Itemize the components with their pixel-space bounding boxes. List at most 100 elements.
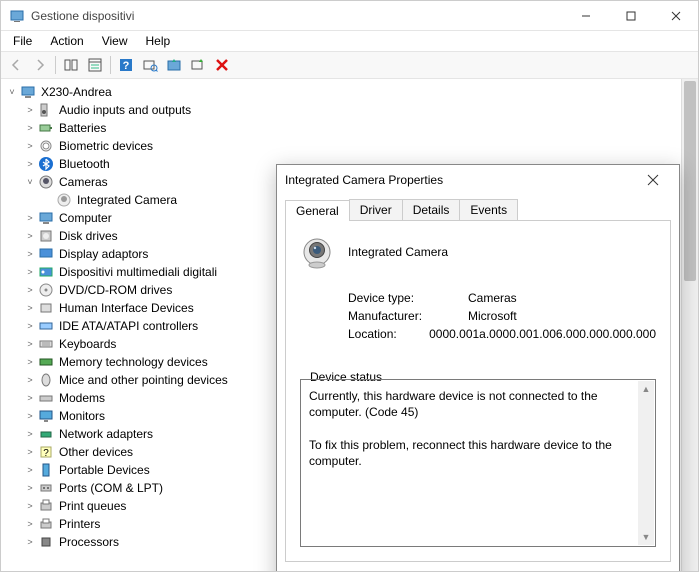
- expand-icon[interactable]: >: [23, 391, 37, 405]
- menu-file[interactable]: File: [5, 32, 40, 50]
- expand-icon[interactable]: >: [23, 355, 37, 369]
- scroll-down-icon[interactable]: ▼: [638, 529, 654, 545]
- tree-item-label: Processors: [57, 535, 121, 549]
- toolbar-separator: [55, 56, 56, 74]
- tree-item[interactable]: > Audio inputs and outputs: [1, 101, 698, 119]
- tree-item-label: Printers: [57, 517, 102, 531]
- properties-button[interactable]: [84, 54, 106, 76]
- tree-item-label: Portable Devices: [57, 463, 152, 477]
- scroll-up-icon[interactable]: ▲: [638, 381, 654, 397]
- device-status-text: Currently, this hardware device is not c…: [309, 388, 637, 469]
- mouse-icon: [38, 372, 54, 388]
- keyboard-icon: [38, 336, 54, 352]
- expand-icon[interactable]: >: [23, 301, 37, 315]
- expand-icon[interactable]: >: [23, 229, 37, 243]
- expand-icon[interactable]: >: [23, 103, 37, 117]
- scrollbar-thumb[interactable]: [684, 81, 696, 281]
- maximize-button[interactable]: [608, 1, 653, 30]
- tab-details[interactable]: Details: [402, 199, 461, 220]
- help-button[interactable]: ?: [115, 54, 137, 76]
- expand-icon[interactable]: >: [23, 535, 37, 549]
- computer-icon: [38, 210, 54, 226]
- menu-help[interactable]: Help: [138, 32, 179, 50]
- back-button[interactable]: [5, 54, 27, 76]
- tree-item-label: DVD/CD-ROM drives: [57, 283, 174, 297]
- tree-item[interactable]: > Biometric devices: [1, 137, 698, 155]
- expand-icon[interactable]: >: [23, 247, 37, 261]
- tree-item[interactable]: > Batteries: [1, 119, 698, 137]
- menu-view[interactable]: View: [94, 32, 136, 50]
- network-icon: [38, 426, 54, 442]
- tab-events[interactable]: Events: [459, 199, 518, 220]
- display-icon: [38, 246, 54, 262]
- forward-button[interactable]: [29, 54, 51, 76]
- media-icon: [38, 264, 54, 280]
- titlebar: Gestione dispositivi: [1, 1, 698, 31]
- svg-text:?: ?: [43, 448, 49, 459]
- camera-gray-icon: [56, 192, 72, 208]
- camera-icon: [300, 235, 334, 269]
- tree-item[interactable]: ˅ X230-Andrea: [1, 83, 698, 101]
- minimize-button[interactable]: [563, 1, 608, 30]
- show-hide-console-button[interactable]: [60, 54, 82, 76]
- tab-general[interactable]: General: [285, 200, 350, 221]
- location-value: 0000.001a.0000.001.006.000.000.000.000: [429, 327, 656, 341]
- enable-disable-button[interactable]: [187, 54, 209, 76]
- expand-icon[interactable]: >: [23, 427, 37, 441]
- expand-icon[interactable]: >: [23, 139, 37, 153]
- tree-item-label: Audio inputs and outputs: [57, 103, 193, 117]
- app-icon: [9, 8, 25, 24]
- other-icon: ?: [38, 444, 54, 460]
- menubar: File Action View Help: [1, 31, 698, 51]
- tree-item-label: X230-Andrea: [39, 85, 114, 99]
- tree-item-label: Mice and other pointing devices: [57, 373, 230, 387]
- expand-icon[interactable]: >: [23, 445, 37, 459]
- tree-item-label: Human Interface Devices: [57, 301, 196, 315]
- tab-content-general: Integrated Camera Device type:Cameras Ma…: [285, 220, 671, 562]
- expand-icon[interactable]: >: [23, 319, 37, 333]
- tree-item-label: Biometric devices: [57, 139, 155, 153]
- tree-item-label: Integrated Camera: [75, 193, 179, 207]
- dialog-titlebar: Integrated Camera Properties: [277, 165, 679, 195]
- expand-icon[interactable]: >: [23, 499, 37, 513]
- expand-icon[interactable]: >: [23, 337, 37, 351]
- expand-icon[interactable]: >: [23, 373, 37, 387]
- scan-hardware-button[interactable]: [139, 54, 161, 76]
- expand-icon[interactable]: >: [23, 409, 37, 423]
- tree-item-label: Network adapters: [57, 427, 155, 441]
- collapse-icon[interactable]: ˅: [23, 175, 37, 189]
- uninstall-button[interactable]: [211, 54, 233, 76]
- printer-icon: [38, 516, 54, 532]
- optical-icon: [38, 282, 54, 298]
- tree-item-label: Memory technology devices: [57, 355, 210, 369]
- tab-driver[interactable]: Driver: [349, 199, 403, 220]
- menu-action[interactable]: Action: [42, 32, 91, 50]
- device-status-box[interactable]: Currently, this hardware device is not c…: [300, 379, 656, 547]
- speaker-icon: [38, 102, 54, 118]
- modem-icon: [38, 390, 54, 406]
- tree-item-label: Keyboards: [57, 337, 118, 351]
- expand-icon[interactable]: >: [23, 121, 37, 135]
- expand-icon[interactable]: >: [23, 211, 37, 225]
- window-title: Gestione dispositivi: [31, 9, 563, 23]
- dialog-close-button[interactable]: [635, 166, 671, 194]
- tree-item-label: Bluetooth: [57, 157, 112, 171]
- expand-icon[interactable]: >: [23, 157, 37, 171]
- tree-item-label: IDE ATA/ATAPI controllers: [57, 319, 200, 333]
- expand-icon[interactable]: >: [23, 481, 37, 495]
- close-button[interactable]: [653, 1, 698, 30]
- expand-icon[interactable]: >: [23, 265, 37, 279]
- tree-item-label: Cameras: [57, 175, 110, 189]
- expand-icon[interactable]: >: [23, 463, 37, 477]
- ports-icon: [38, 480, 54, 496]
- status-scrollbar[interactable]: ▲ ▼: [638, 381, 654, 545]
- update-driver-button[interactable]: [163, 54, 185, 76]
- collapse-icon[interactable]: ˅: [5, 85, 19, 99]
- tree-item-label: Batteries: [57, 121, 108, 135]
- scrollbar-vertical[interactable]: [681, 79, 698, 571]
- manufacturer-label: Manufacturer:: [348, 309, 468, 323]
- expand-icon[interactable]: >: [23, 517, 37, 531]
- expand-icon[interactable]: >: [23, 283, 37, 297]
- manufacturer-value: Microsoft: [468, 309, 656, 323]
- bluetooth-icon: [38, 156, 54, 172]
